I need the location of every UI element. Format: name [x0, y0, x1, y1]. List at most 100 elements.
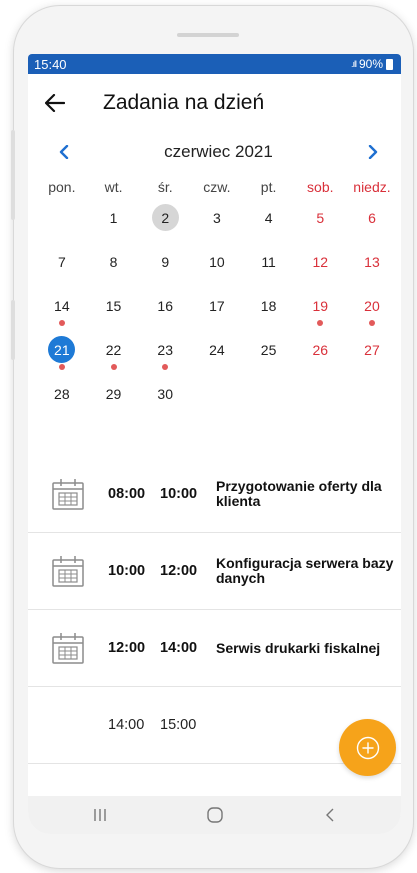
calendar-day[interactable]: 27 [346, 334, 398, 378]
task-end-time: 15:00 [160, 717, 197, 733]
calendar-day[interactable]: 28 [36, 378, 88, 422]
calendar-day[interactable]: 6 [346, 202, 398, 246]
weekday-header: czw. [203, 179, 231, 195]
event-dot [162, 364, 169, 370]
speaker-grille [177, 33, 239, 37]
day-number: 17 [209, 297, 225, 314]
calendar-day[interactable]: 30 [139, 378, 191, 422]
task-row[interactable]: 08:00 10:00 Przygotowanie oferty dla klien… [28, 456, 401, 533]
calendar-day[interactable]: 8 [88, 246, 140, 290]
selected-day-number: 21 [48, 336, 76, 363]
back-button[interactable] [300, 800, 360, 830]
event-dot [317, 320, 324, 326]
calendar-icon [28, 554, 108, 588]
calendar-day[interactable]: 2 [139, 202, 191, 246]
task-title: Przygotowanie oferty dla klienta [216, 478, 382, 509]
month-label: czerwiec 2021 [164, 142, 273, 161]
day-number: 22 [105, 341, 122, 358]
event-dot [58, 364, 65, 370]
task-row[interactable]: 12:00 14:00 Serwis drukarki fiskalnej [28, 610, 401, 687]
day-number: 24 [209, 341, 225, 358]
calendar-day[interactable]: 7 [36, 246, 88, 290]
day-number: 29 [105, 385, 122, 402]
day-number: 23 [157, 341, 173, 358]
day-number: 16 [157, 297, 173, 314]
side-button [11, 130, 15, 220]
day-number: 30 [157, 385, 173, 402]
task-start-time: 08:00 [108, 486, 146, 502]
calendar-day[interactable]: 23 [139, 334, 191, 378]
app-bar: Zadania na dzień [28, 74, 401, 132]
battery-icon [386, 58, 393, 70]
event-dot [58, 320, 65, 326]
calendar-day[interactable]: 22 [88, 334, 140, 378]
day-number: 12 [312, 253, 329, 270]
add-task-button[interactable] [339, 719, 396, 776]
calendar-day[interactable]: 1 [88, 202, 140, 246]
calendar-day[interactable]: 29 [88, 378, 140, 422]
day-number: 25 [260, 341, 277, 358]
calendar-day[interactable]: 26 [294, 334, 346, 378]
day-number: 20 [364, 297, 380, 314]
day-number: 3 [213, 209, 221, 226]
weekday-header: sob. [307, 179, 334, 195]
today-day-number: 2 [151, 204, 179, 231]
recent-apps-button[interactable] [70, 800, 130, 830]
home-button[interactable] [185, 800, 245, 830]
weekday-header: wt. [104, 179, 123, 195]
recent-apps-icon [93, 809, 106, 821]
calendar-day[interactable]: 3 [191, 202, 243, 246]
arrow-left-icon[interactable] [42, 90, 68, 116]
calendar-day[interactable]: 18 [243, 290, 295, 334]
calendar-day[interactable]: 14 [36, 290, 88, 334]
month-navigator: czerwiec 2021 [28, 132, 401, 172]
weekday-header: pt. [260, 179, 277, 195]
calendar-empty-cell [346, 378, 398, 422]
calendar-day[interactable]: 13 [346, 246, 398, 290]
plus-circle-icon [356, 736, 379, 759]
calendar-grid: pon. wt. śr. czw. pt. sob. niedz. 1 2 3 4 5 6 7 8 9 10 11… [28, 172, 401, 422]
weekday-header: niedz. [353, 179, 391, 195]
day-number: 28 [54, 385, 70, 402]
calendar-day[interactable]: 25 [243, 334, 295, 378]
chevron-left-icon[interactable] [54, 142, 74, 162]
task-row[interactable]: 10:00 12:00 Konfiguracja serwera bazy dany… [28, 533, 401, 610]
day-number: 1 [109, 209, 118, 226]
event-dot [110, 364, 117, 370]
battery-percent: 90% [358, 57, 383, 71]
day-number: 6 [368, 209, 376, 226]
day-number: 18 [260, 297, 277, 314]
task-end-time: 12:00 [160, 563, 198, 579]
calendar-day[interactable]: 16 [139, 290, 191, 334]
calendar-day[interactable]: 15 [88, 290, 140, 334]
status-indicators: .ıll 90% [351, 57, 393, 71]
calendar-day[interactable]: 11 [243, 246, 295, 290]
calendar-day[interactable]: 19 [294, 290, 346, 334]
calendar-day[interactable]: 24 [191, 334, 243, 378]
calendar-day[interactable]: 20 [346, 290, 398, 334]
signal-icon: .ıll [350, 59, 357, 69]
weekday-header: śr. [157, 179, 173, 195]
page-title: Zadania na dzień [103, 91, 265, 114]
calendar-empty-cell [243, 378, 295, 422]
calendar-day[interactable]: 17 [191, 290, 243, 334]
task-end-time: 10:00 [160, 486, 198, 502]
back-icon [325, 808, 333, 822]
calendar-day[interactable]: 12 [294, 246, 346, 290]
side-button [11, 300, 15, 360]
calendar-day[interactable]: 9 [139, 246, 191, 290]
task-start-time: 12:00 [108, 640, 146, 656]
day-number: 4 [264, 209, 273, 226]
calendar-day[interactable]: 21 [36, 334, 88, 378]
day-number: 8 [109, 253, 118, 270]
task-title: Serwis drukarki fiskalnej [216, 639, 381, 656]
calendar-day[interactable]: 5 [294, 202, 346, 246]
chevron-right-icon[interactable] [363, 142, 383, 162]
status-bar: 15:40 .ıll 90% [28, 54, 401, 74]
calendar-empty-cell [294, 378, 346, 422]
day-number: 5 [316, 209, 325, 226]
task-start-time: 14:00 [108, 717, 145, 733]
calendar-day[interactable]: 10 [191, 246, 243, 290]
day-number: 10 [209, 253, 225, 270]
calendar-day[interactable]: 4 [243, 202, 295, 246]
